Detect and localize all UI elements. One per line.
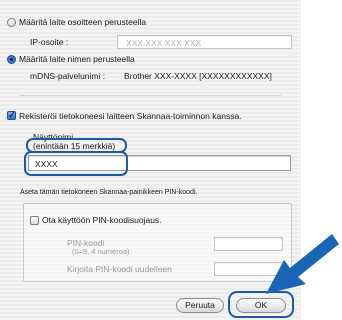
mdns-service-value: Brother XXX-XXXX [XXXXXXXXXXXX] bbox=[124, 71, 272, 81]
by-name-radio[interactable] bbox=[7, 55, 16, 64]
by-address-radio[interactable] bbox=[7, 18, 16, 27]
register-label: Rekisteröi tietokoneesi laitteen Skannaa… bbox=[19, 111, 242, 121]
by-address-label: Määritä laite osoitteen perusteella bbox=[19, 17, 147, 27]
network-scan-settings-dialog: Määritä laite osoitteen perusteella IP-o… bbox=[0, 0, 301, 320]
by-name-label: Määritä laite nimen perusteella bbox=[19, 54, 135, 64]
separator bbox=[20, 95, 281, 96]
pin-enable-checkbox[interactable] bbox=[30, 216, 39, 225]
cancel-button[interactable]: Peruuta bbox=[176, 298, 224, 313]
ip-address-value: XXX.XXX.XXX.XXX bbox=[126, 38, 202, 48]
pin-instruction: Aseta tämän tietokoneen Skannaa-painikke… bbox=[20, 189, 198, 196]
ip-address-label: IP-osoite : bbox=[30, 37, 69, 47]
display-name-field-highlight bbox=[24, 151, 128, 176]
pin-code-hint: (0–9, 4 numeroa) bbox=[72, 247, 130, 256]
mdns-service-label: mDNS-palvelunimi : bbox=[30, 71, 106, 81]
pin-repeat-label: Kirjoita PIN-koodi uudelleen bbox=[67, 264, 172, 274]
register-checkbox[interactable]: ✓ bbox=[7, 111, 16, 121]
ip-address-field[interactable]: XXX.XXX.XXX.XXX bbox=[117, 35, 292, 49]
pointer-arrow-icon bbox=[266, 234, 339, 294]
pin-enable-label: Ota käyttöön PIN-koodisuojaus. bbox=[42, 215, 162, 225]
